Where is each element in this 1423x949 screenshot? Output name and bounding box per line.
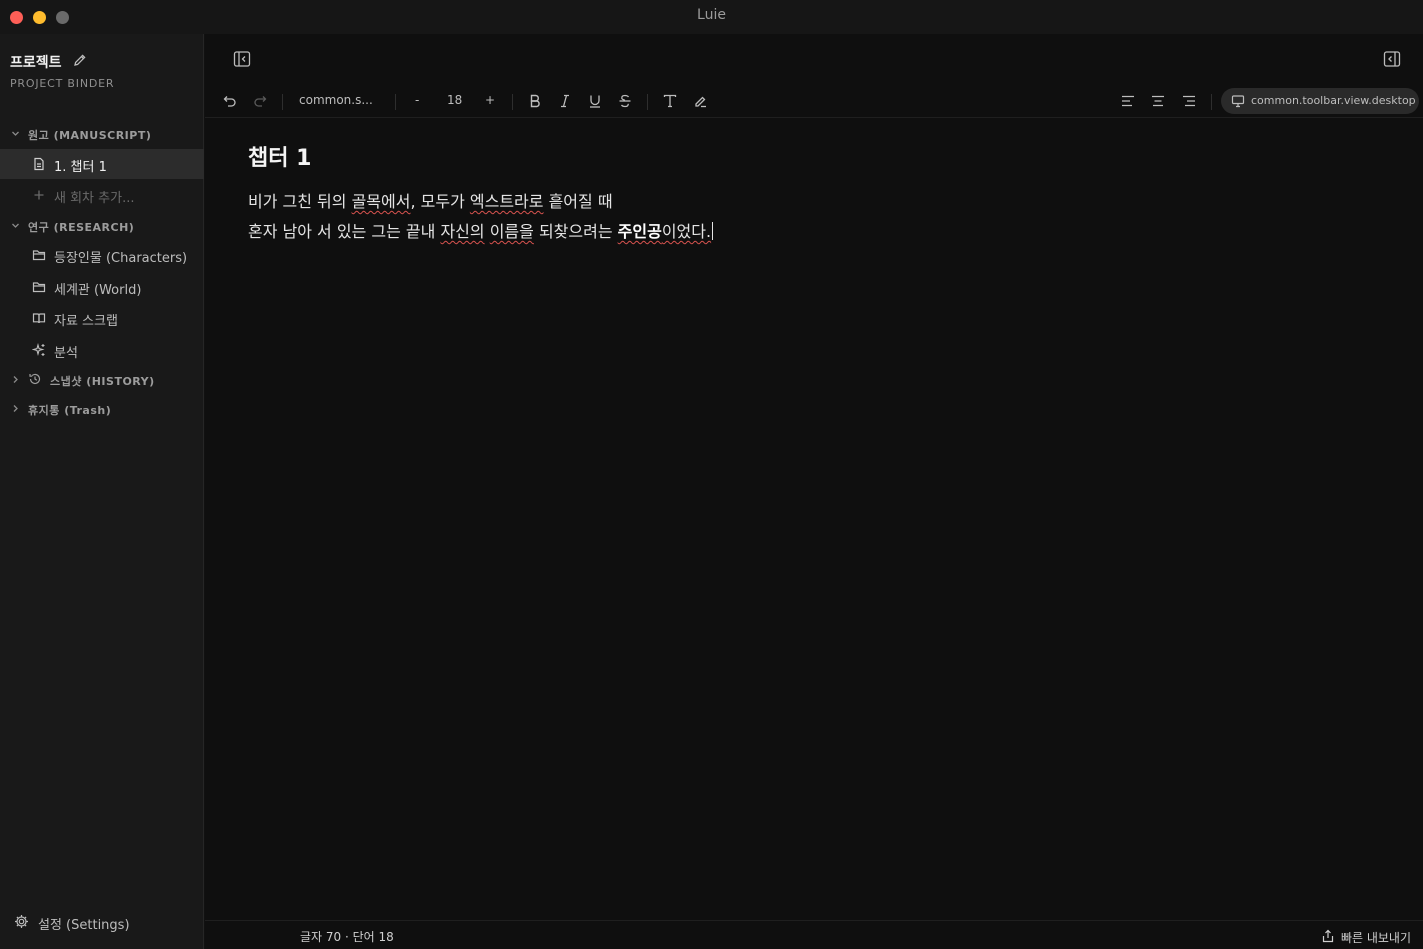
view-mode-label: common.toolbar.view.desktop (1251, 94, 1416, 107)
history-icon (28, 372, 42, 386)
undo-icon[interactable] (222, 93, 238, 109)
divider (512, 94, 513, 110)
chevron-right-icon (10, 374, 21, 385)
section-manuscript[interactable]: 원고 (MANUSCRIPT) (0, 123, 204, 145)
view-mode-button[interactable]: common.toolbar.view.desktop (1221, 88, 1419, 114)
section-research[interactable]: 연구 (RESEARCH) (0, 215, 204, 237)
chapter-title[interactable]: 챕터 1 (248, 140, 311, 172)
project-title: 프로젝트 (10, 55, 62, 71)
sidebar-item-chapter-1[interactable]: 1. 챕터 1 (0, 149, 204, 179)
spelling-error: 골목에서 (351, 192, 411, 211)
book-open-icon (32, 311, 46, 325)
underline-icon[interactable] (587, 93, 603, 109)
pencil-icon[interactable] (73, 53, 87, 67)
font-size-value[interactable]: 18 (447, 93, 462, 107)
divider (395, 94, 396, 110)
redo-icon[interactable] (252, 93, 268, 109)
spelling-error: 엑스트라로 (469, 192, 544, 211)
font-size-decrease-button[interactable]: - (415, 93, 419, 107)
italic-icon[interactable] (557, 93, 573, 109)
section-label: 연구 (RESEARCH) (28, 221, 135, 234)
divider (1211, 94, 1212, 110)
window-title: Luie (697, 7, 726, 23)
toggle-sidebar-icon[interactable] (233, 50, 251, 68)
spelling-error: 이름을 (489, 222, 534, 241)
sidebar-item-label: 세계관 (World) (54, 283, 142, 298)
highlighter-icon[interactable] (692, 93, 708, 109)
editor-area: common.s... - 18 + common.toolbar.view.d… (205, 34, 1423, 949)
sidebar: 프로젝트 PROJECT BINDER 원고 (MANUSCRIPT) 1. 챕… (0, 34, 204, 949)
folder-icon (32, 280, 46, 294)
sidebar-item-label: 분석 (54, 346, 78, 361)
title-bar: Luie (0, 0, 1423, 34)
section-label: 휴지통 (Trash) (28, 404, 112, 417)
settings-label: 설정 (Settings) (38, 918, 130, 933)
bold-icon[interactable] (527, 93, 543, 109)
gear-icon (14, 914, 29, 929)
font-family-select[interactable]: common.s... (299, 93, 373, 107)
section-history[interactable]: 스냅샷 (HISTORY) (0, 369, 204, 391)
section-trash[interactable]: 휴지통 (Trash) (0, 398, 204, 420)
spelling-error: 자신의 (440, 222, 485, 241)
quick-export-button[interactable]: 빠른 내보내기 (1321, 927, 1411, 945)
bold-text: 주인공 (617, 222, 662, 241)
project-subtitle: PROJECT BINDER (10, 77, 115, 90)
settings-button[interactable]: 설정 (Settings) (0, 908, 204, 936)
plus-icon (32, 188, 46, 202)
document-icon (32, 157, 46, 171)
toggle-right-panel-icon[interactable] (1383, 50, 1401, 68)
divider (282, 94, 283, 110)
align-left-icon[interactable] (1120, 93, 1136, 109)
sidebar-item-label: 자료 스크랩 (54, 314, 118, 329)
add-chapter-button[interactable]: 새 회차 추가... (0, 180, 204, 210)
sparkles-icon (32, 343, 46, 357)
sidebar-item-label: 1. 챕터 1 (54, 160, 107, 175)
paragraph-line: 비가 그친 뒤의 골목에서, 모두가 엑스트라로 흩어질 때 (248, 192, 613, 211)
section-label: 원고 (MANUSCRIPT) (28, 129, 152, 142)
sidebar-item-analysis[interactable]: 분석 (0, 335, 204, 365)
align-right-icon[interactable] (1181, 93, 1197, 109)
add-chapter-label: 새 회차 추가... (54, 191, 135, 206)
divider (647, 94, 648, 110)
share-icon (1321, 929, 1335, 943)
editor-body[interactable]: 비가 그친 뒤의 골목에서, 모두가 엑스트라로 흩어질 때 혼자 남아 서 있… (248, 187, 714, 247)
quick-export-label: 빠른 내보내기 (1340, 931, 1411, 945)
monitor-icon (1231, 94, 1245, 108)
font-size-increase-button[interactable]: + (485, 93, 495, 107)
text-type-icon[interactable] (662, 93, 678, 109)
sidebar-item-scrap[interactable]: 자료 스크랩 (0, 303, 204, 333)
strikethrough-icon[interactable] (617, 93, 633, 109)
align-center-icon[interactable] (1150, 93, 1166, 109)
paragraph-line: 혼자 남아 서 있는 그는 끝내 자신의 이름을 되찾으려는 주인공이었다. (248, 222, 714, 241)
chevron-down-icon (10, 128, 21, 139)
chevron-right-icon (10, 403, 21, 414)
folder-icon (32, 248, 46, 262)
sidebar-item-characters[interactable]: 등장인물 (Characters) (0, 240, 204, 270)
section-label: 스냅샷 (HISTORY) (50, 375, 155, 388)
word-count: 글자 70 · 단어 18 (300, 930, 394, 944)
text-caret (712, 222, 714, 240)
sidebar-item-world[interactable]: 세계관 (World) (0, 272, 204, 302)
editor-toolbar: common.s... - 18 + common.toolbar.view.d… (205, 86, 1423, 118)
status-bar: 글자 70 · 단어 18 빠른 내보내기 (205, 920, 1423, 949)
sidebar-item-label: 등장인물 (Characters) (54, 251, 188, 266)
chevron-down-icon (10, 220, 21, 231)
